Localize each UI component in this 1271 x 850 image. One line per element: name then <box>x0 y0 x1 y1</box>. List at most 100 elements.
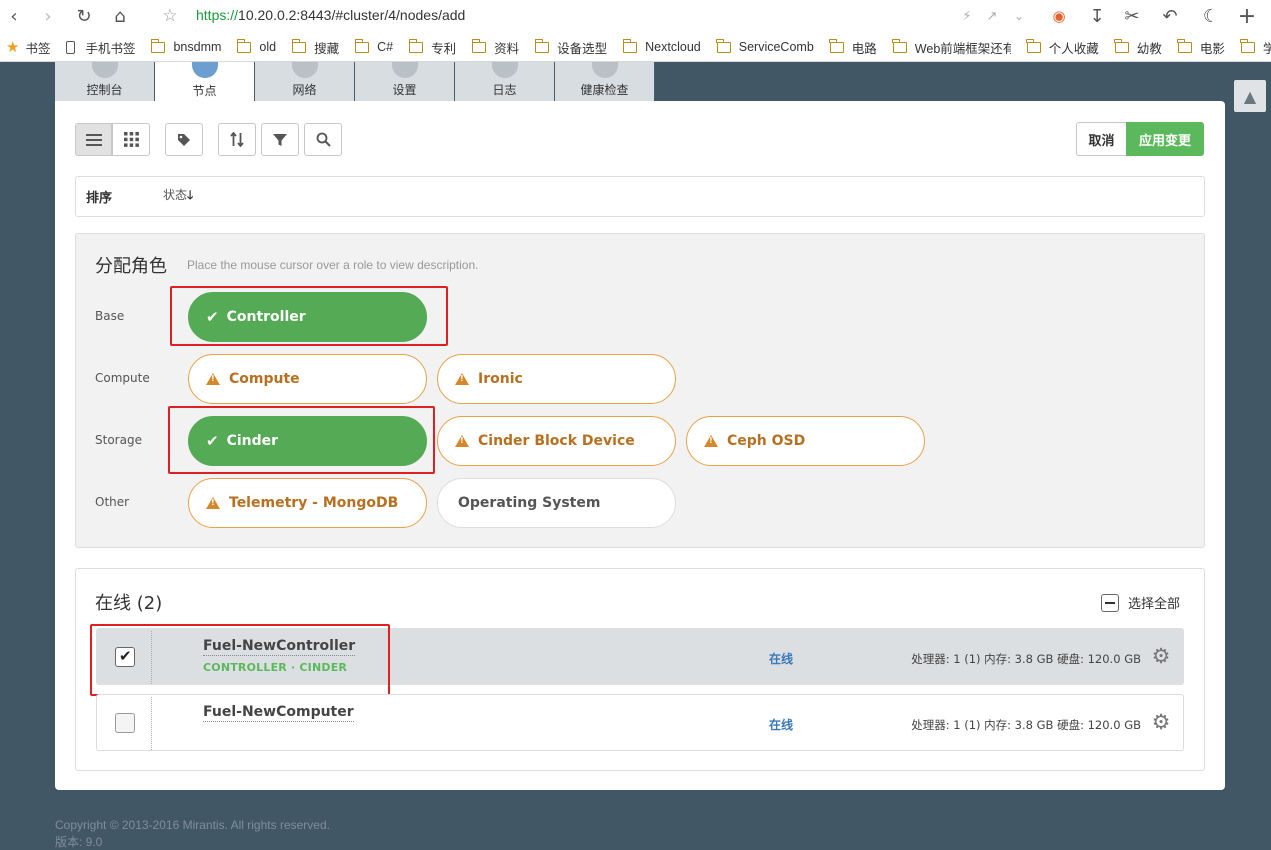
search-icon <box>316 132 331 147</box>
role-compute[interactable]: Compute <box>188 354 427 404</box>
select-all-checkbox[interactable] <box>1101 593 1119 612</box>
new-tab-icon[interactable]: + <box>1235 4 1259 29</box>
gear-icon[interactable]: ⚙ <box>1150 711 1172 733</box>
address-bar[interactable]: https://10.20.0.2:8443/#cluster/4/nodes/… <box>196 7 465 23</box>
list-icon <box>85 133 102 146</box>
bookmark-folder[interactable]: 搜藏 <box>291 38 339 57</box>
download-icon[interactable]: ↧ <box>1085 4 1109 28</box>
node-status: 在线 <box>769 652 794 666</box>
bookmark-folder[interactable]: 幼教 <box>1114 38 1162 57</box>
sort-button[interactable] <box>218 123 256 156</box>
node-specs: 处理器: 1 (1) 内存: 3.8 GB 硬盘: 120.0 GB <box>911 718 1141 732</box>
url-scheme: https:// <box>196 7 239 23</box>
node-specs: 处理器: 1 (1) 内存: 3.8 GB 硬盘: 120.0 GB <box>911 652 1141 666</box>
bookmark-folder[interactable]: C# <box>354 38 393 54</box>
apply-changes-button[interactable]: 应用变更 <box>1126 122 1204 156</box>
bookmarks-bar: ★ 书签 手机书签 bnsdmm old 搜藏 C# 专利 资料 设备选型 Nex… <box>0 35 1271 59</box>
footer: Copyright © 2013-2016 Mirantis. All righ… <box>55 817 330 850</box>
folder-icon <box>1114 38 1129 53</box>
bookmark-folder[interactable]: 学习 <box>1240 38 1271 57</box>
globe-icon <box>291 62 318 78</box>
highlight-box <box>90 624 390 696</box>
back-icon[interactable]: ‹ <box>2 4 26 28</box>
bookmark-item[interactable]: 手机书签 <box>66 38 135 57</box>
warning-icon <box>455 373 469 385</box>
sort-by-status[interactable]: 状态🡓 <box>163 186 193 207</box>
phone-icon <box>66 40 76 54</box>
node-row[interactable]: Fuel-NewComputer 在线 处理器: 1 (1) 内存: 3.8 G… <box>96 694 1184 751</box>
warning-icon <box>704 435 718 447</box>
main-tabs: 控制台 节点 网络 设置 日志 健康检查 <box>55 62 655 102</box>
scroll-to-top-button[interactable]: ▲ <box>1234 80 1266 112</box>
bookmark-folder[interactable]: Web前端框架还有 <box>892 38 1011 57</box>
bookmark-folder[interactable]: old <box>236 38 276 54</box>
cancel-button[interactable]: 取消 <box>1076 122 1126 156</box>
tab-settings[interactable]: 设置 <box>355 62 455 101</box>
role-telemetry-mongodb[interactable]: Telemetry - MongoDB <box>188 478 427 528</box>
reload-icon[interactable]: ↻ <box>72 4 96 28</box>
forward-icon[interactable]: › <box>36 4 60 28</box>
role-ceph-osd[interactable]: Ceph OSD <box>686 416 925 466</box>
bookmark-folder[interactable]: 个人收藏 <box>1026 38 1099 57</box>
tab-nodes[interactable]: 节点 <box>155 62 255 102</box>
undo-icon[interactable]: ↶ <box>1158 4 1182 28</box>
list-view-button[interactable] <box>75 123 112 156</box>
tab-networks[interactable]: 网络 <box>255 62 355 101</box>
nodes-panel: 取消 应用变更 排序 状态🡓 分配角色 Place the mouse curs… <box>55 101 1225 790</box>
tab-dashboard[interactable]: 控制台 <box>55 62 155 101</box>
bookmark-folder[interactable]: ServiceComb <box>716 38 814 54</box>
bookmark-folder[interactable]: 电影 <box>1177 38 1225 57</box>
sort-icon <box>230 132 244 147</box>
tab-health-check[interactable]: 健康检查 <box>555 62 655 101</box>
roles-title: 分配角色 <box>95 256 167 277</box>
folder-icon <box>471 38 487 53</box>
bookmark-item[interactable]: ★ 书签 <box>0 38 50 57</box>
chevron-down-icon[interactable]: ⌄ <box>1007 4 1031 28</box>
folder-icon <box>408 38 424 53</box>
heart-icon <box>591 62 618 78</box>
select-all-toggle[interactable]: 选择全部 <box>1101 593 1180 612</box>
warning-icon <box>206 373 220 385</box>
bookmark-folder[interactable]: 资料 <box>471 38 519 57</box>
share-icon[interactable]: ↗ <box>980 4 1004 28</box>
arrow-down-icon: 🡓 <box>187 188 194 202</box>
home-icon[interactable]: ⌂ <box>108 4 132 28</box>
role-group-label: Compute <box>95 371 150 385</box>
bookmark-folder[interactable]: 专利 <box>408 38 456 57</box>
bookmark-star-icon[interactable]: ☆ <box>158 4 182 28</box>
labels-button[interactable] <box>165 123 203 156</box>
folder-icon <box>236 38 252 53</box>
tab-logs[interactable]: 日志 <box>455 62 555 101</box>
bookmark-folder[interactable]: 设备选型 <box>534 38 607 57</box>
role-cinder-block-device[interactable]: Cinder Block Device <box>437 416 676 466</box>
search-button[interactable] <box>304 123 342 156</box>
star-icon: ★ <box>6 39 20 56</box>
folder-icon <box>1026 38 1041 53</box>
version-text: 版本: 9.0 <box>55 835 103 849</box>
gear-icon[interactable]: ⚙ <box>1150 645 1172 667</box>
game-controller-icon[interactable]: ◉ <box>1047 4 1071 28</box>
scissors-icon[interactable]: ✂ <box>1120 4 1144 28</box>
moon-icon[interactable]: ☾ <box>1199 4 1223 28</box>
grid-view-button[interactable] <box>112 123 150 156</box>
divider <box>151 697 152 750</box>
node-checkbox[interactable] <box>115 713 135 733</box>
bookmark-folder[interactable]: 电路 <box>829 38 877 57</box>
folder-icon <box>892 38 907 53</box>
bookmark-folder[interactable]: bnsdmm <box>150 38 221 54</box>
filter-button[interactable] <box>261 123 299 156</box>
bookmark-folder[interactable]: Nextcloud <box>622 38 701 54</box>
lightning-icon[interactable]: ⚡︎ <box>955 4 979 28</box>
role-ironic[interactable]: Ironic <box>437 354 676 404</box>
folder-icon <box>716 38 731 53</box>
folder-icon <box>622 38 638 53</box>
grid-icon <box>123 132 139 147</box>
browser-chrome: ‹ › ↻ ⌂ ☆ https://10.20.0.2:8443/#cluste… <box>0 0 1271 62</box>
node-status: 在线 <box>769 718 794 732</box>
role-operating-system[interactable]: Operating System <box>437 478 676 528</box>
folder-icon <box>1240 38 1255 53</box>
folder-icon <box>354 38 370 53</box>
node-name[interactable]: Fuel-NewComputer <box>203 704 354 722</box>
nodes-group-title: 在线 (2) <box>95 593 163 614</box>
roles-hint: Place the mouse cursor over a role to vi… <box>187 258 479 272</box>
